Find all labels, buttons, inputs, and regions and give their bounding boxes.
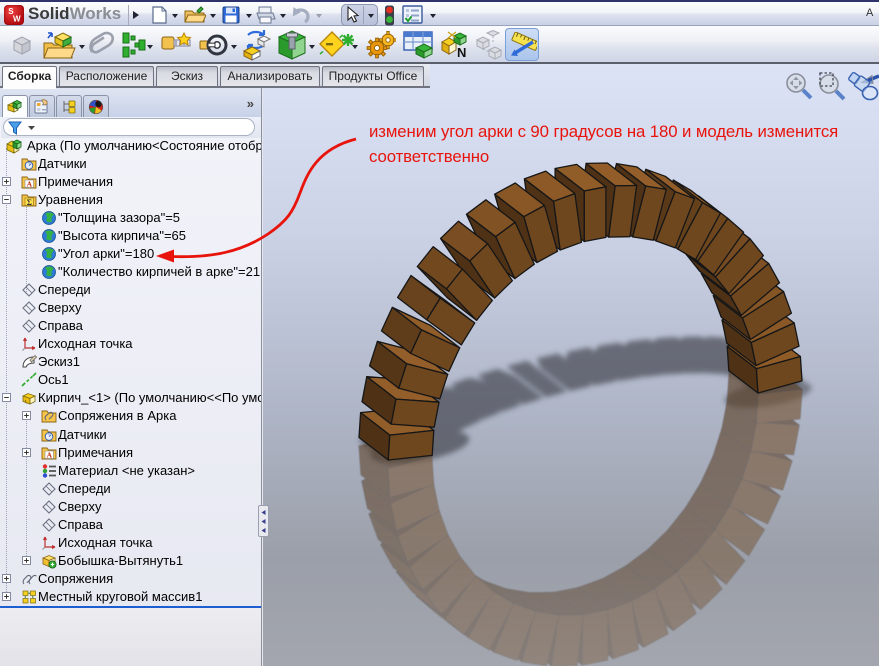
svg-text:A: A xyxy=(47,450,53,459)
svg-text:N: N xyxy=(457,45,466,60)
svg-text:Σ: Σ xyxy=(27,197,32,206)
svg-text:A: A xyxy=(27,179,33,188)
svg-text:W: W xyxy=(13,15,21,24)
